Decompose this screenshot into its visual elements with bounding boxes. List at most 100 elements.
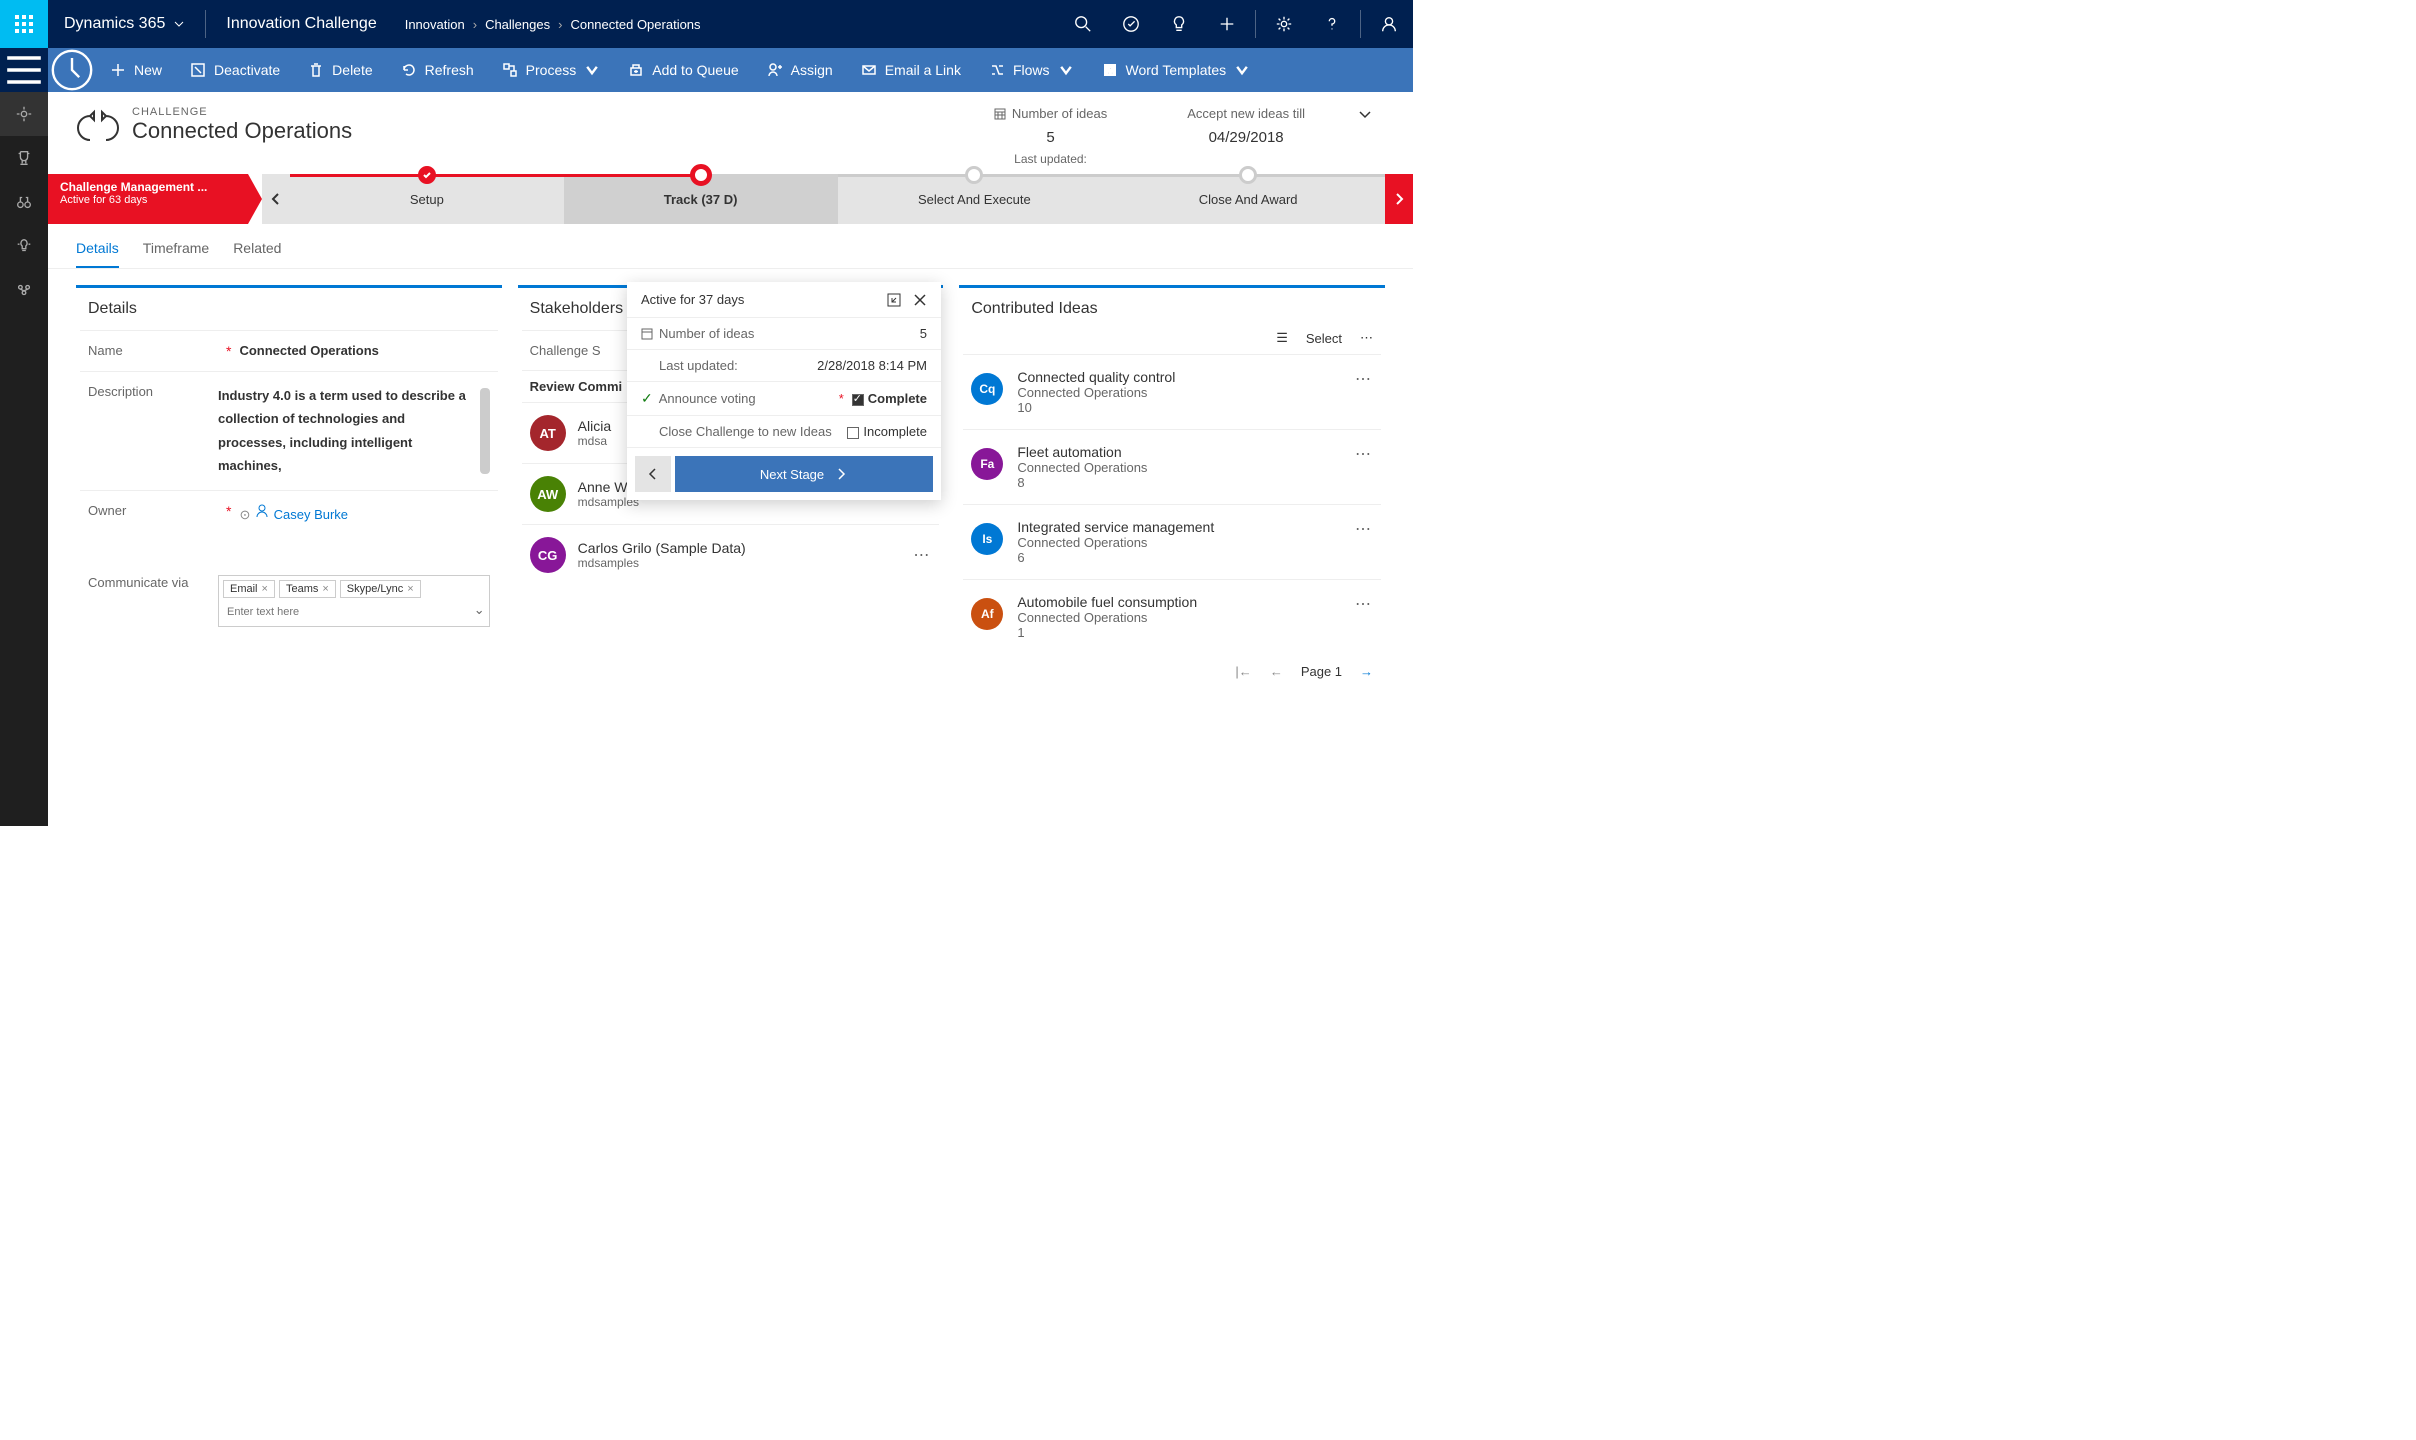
email-link-button[interactable]: Email a Link — [847, 48, 975, 92]
more-menu[interactable]: ⋯ — [1355, 369, 1373, 415]
brand-menu[interactable]: Dynamics 365 — [48, 15, 201, 33]
stage-line-done — [290, 174, 701, 177]
entity-icon — [76, 106, 120, 153]
announce-voting-field[interactable]: Complete — [852, 391, 927, 406]
idea-item[interactable]: Cq Connected quality controlConnected Op… — [963, 354, 1381, 429]
idea-item[interactable]: Is Integrated service managementConnecte… — [963, 504, 1381, 579]
chevron-down-icon[interactable]: ⌄ — [474, 602, 485, 622]
stage-track[interactable]: Track (37 D) — [564, 174, 838, 224]
avatar: Af — [971, 598, 1003, 630]
page-first[interactable]: |← — [1235, 664, 1251, 679]
process-menu[interactable]: Process — [488, 48, 615, 92]
flyout-lastupd-value: 2/28/2018 8:14 PM — [817, 358, 927, 373]
person-item[interactable]: CG Carlos Grilo (Sample Data)mdsamples ⋯ — [522, 524, 940, 585]
ideas-section: Contributed Ideas ☰ Select ⋯ Cq Connecte… — [959, 285, 1385, 810]
account-button[interactable] — [1365, 0, 1413, 48]
process-name[interactable]: Challenge Management ... Active for 63 d… — [48, 174, 248, 224]
header-field-ideas: Number of ideas 5 Last updated: — [954, 106, 1147, 166]
delete-button[interactable]: Delete — [294, 48, 386, 92]
list-options-icon[interactable]: ☰ — [1276, 330, 1288, 346]
more-menu[interactable]: ⋯ — [913, 545, 931, 565]
check-icon — [422, 170, 432, 180]
chevron-down-icon — [1058, 62, 1074, 78]
name-field[interactable]: Connected Operations — [239, 343, 489, 359]
nav-toggle[interactable] — [0, 48, 48, 92]
more-menu[interactable]: ⋯ — [1355, 594, 1373, 640]
lightbulb-icon — [15, 237, 33, 255]
tab-related[interactable]: Related — [233, 234, 281, 268]
add-to-queue-button[interactable]: Add to Queue — [614, 48, 752, 92]
divider — [1360, 10, 1361, 38]
crumb-sep: › — [558, 17, 562, 32]
required-marker: * — [226, 343, 231, 359]
dock-icon[interactable] — [887, 293, 901, 307]
communicate-tags[interactable]: Email× Teams× Skype/Lync× ⌄ — [218, 575, 490, 627]
word-icon: W — [1102, 62, 1118, 78]
tab-timeframe[interactable]: Timeframe — [143, 234, 209, 268]
flyout-title: Active for 37 days — [641, 292, 744, 307]
tag-item[interactable]: Teams× — [279, 580, 336, 598]
stage-prev[interactable] — [262, 174, 290, 224]
next-stage-button[interactable]: Next Stage — [675, 456, 933, 492]
task-button[interactable] — [1107, 0, 1155, 48]
chevron-down-icon — [173, 18, 185, 30]
help-button[interactable] — [1308, 0, 1356, 48]
breadcrumb: Innovation › Challenges › Connected Oper… — [405, 17, 701, 32]
close-icon[interactable] — [913, 293, 927, 307]
trash-icon — [308, 62, 324, 78]
description-field[interactable]: Industry 4.0 is a term used to describe … — [218, 384, 490, 478]
settings-button[interactable] — [1260, 0, 1308, 48]
person-icon — [1380, 15, 1398, 33]
crumb-1[interactable]: Innovation — [405, 17, 465, 32]
idea-item[interactable]: Af Automobile fuel consumptionConnected … — [963, 579, 1381, 654]
nav-item-3[interactable] — [0, 180, 48, 224]
prev-stage-button[interactable] — [635, 456, 671, 492]
word-templates-menu[interactable]: WWord Templates — [1088, 48, 1265, 92]
page-prev[interactable]: ← — [1270, 664, 1283, 679]
crumb-3[interactable]: Connected Operations — [570, 17, 700, 32]
page-title: Connected Operations — [132, 118, 352, 144]
search-button[interactable] — [1059, 0, 1107, 48]
nav-item-5[interactable] — [0, 268, 48, 312]
select-button[interactable]: Select — [1306, 331, 1342, 346]
tag-remove[interactable]: × — [262, 583, 268, 595]
flows-menu[interactable]: Flows — [975, 48, 1088, 92]
tag-input[interactable] — [223, 602, 470, 622]
stage-next[interactable] — [1385, 174, 1413, 224]
tag-remove[interactable]: × — [407, 583, 413, 595]
stage-close[interactable]: Close And Award — [1111, 174, 1385, 224]
close-challenge-field[interactable]: Incomplete — [847, 424, 927, 439]
nav-item-1[interactable] — [0, 92, 48, 136]
new-button[interactable]: New — [96, 48, 176, 92]
crumb-2[interactable]: Challenges — [485, 17, 550, 32]
page-next[interactable]: → — [1360, 664, 1373, 679]
refresh-button[interactable]: Refresh — [387, 48, 488, 92]
assist-button[interactable] — [1155, 0, 1203, 48]
owner-field[interactable]: ⊙ Casey Burke — [239, 503, 489, 523]
nav-item-4[interactable] — [0, 224, 48, 268]
refresh-icon — [401, 62, 417, 78]
idea-item[interactable]: Fa Fleet automationConnected Operations8… — [963, 429, 1381, 504]
tag-item[interactable]: Skype/Lync× — [340, 580, 421, 598]
avatar: AW — [530, 476, 566, 512]
stage-select[interactable]: Select And Execute — [838, 174, 1112, 224]
more-menu[interactable]: ⋯ — [1360, 330, 1373, 346]
more-menu[interactable]: ⋯ — [1355, 519, 1373, 565]
tag-remove[interactable]: × — [322, 583, 328, 595]
avatar: Cq — [971, 373, 1003, 405]
app-launcher[interactable] — [0, 0, 48, 48]
scrollbar[interactable] — [480, 388, 490, 474]
add-button[interactable] — [1203, 0, 1251, 48]
stage-setup[interactable]: Setup — [290, 174, 564, 224]
recent-button[interactable] — [48, 48, 96, 92]
more-menu[interactable]: ⋯ — [1355, 444, 1373, 490]
header-expand[interactable] — [1345, 106, 1385, 125]
header-field-accept: Accept new ideas till 04/29/2018 — [1147, 106, 1345, 146]
deactivate-button[interactable]: Deactivate — [176, 48, 294, 92]
tab-details[interactable]: Details — [76, 234, 119, 268]
tag-item[interactable]: Email× — [223, 580, 275, 598]
chevron-down-icon — [1234, 62, 1250, 78]
assign-button[interactable]: Assign — [753, 48, 847, 92]
chevron-down-icon — [1357, 106, 1373, 122]
nav-item-2[interactable] — [0, 136, 48, 180]
